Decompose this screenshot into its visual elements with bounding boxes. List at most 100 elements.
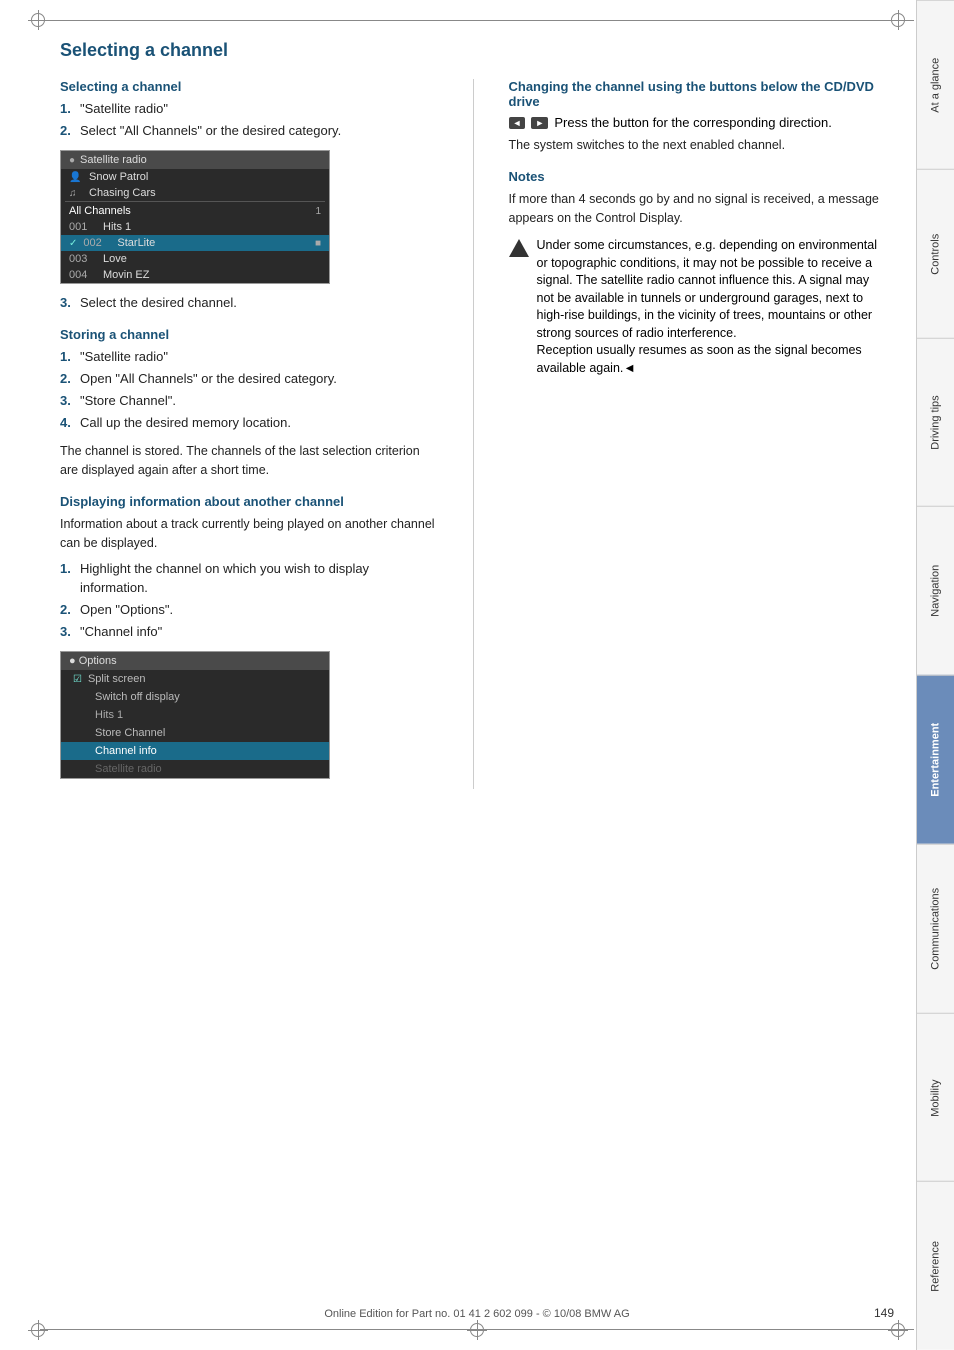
storing-title: Storing a channel (60, 327, 438, 342)
sidebar: At a glance Controls Driving tips Naviga… (916, 0, 954, 1350)
displaying-step-3: 3. "Channel info" (60, 623, 438, 641)
page-title: Selecting a channel (60, 40, 886, 61)
selecting-title: Selecting a channel (60, 79, 438, 94)
displaying-step-3-text: "Channel info" (80, 623, 162, 641)
row-001-name: Hits 1 (103, 221, 321, 233)
storing-step-4-text: Call up the desired memory location. (80, 414, 291, 432)
storing-step-2: 2. Open "All Channels" or the desired ca… (60, 370, 438, 388)
note-box: Under some circumstances, e.g. depending… (509, 237, 887, 377)
page: Selecting a channel Selecting a channel … (0, 0, 954, 1350)
sidebar-label-navigation: Navigation (930, 565, 942, 617)
displaying-section: Displaying information about another cha… (60, 494, 438, 779)
sidebar-tab-navigation[interactable]: Navigation (917, 506, 954, 675)
main-content: Selecting a channel Selecting a channel … (0, 0, 916, 1350)
chasing-cars-label: Chasing Cars (89, 187, 321, 199)
screen2-hits1: Hits 1 (61, 706, 329, 724)
note-icon: ♫ (69, 188, 83, 199)
starlite-indicator: ■ (315, 238, 321, 249)
displaying-step-3-num: 3. (60, 623, 74, 641)
changing-section: Changing the channel using the buttons b… (509, 79, 887, 155)
sidebar-label-entertainment: Entertainment (930, 723, 942, 797)
storing-step-2-text: Open "All Channels" or the desired categ… (80, 370, 337, 388)
storing-section: Storing a channel 1. "Satellite radio" 2… (60, 327, 438, 480)
notes-section: Notes If more than 4 seconds go by and n… (509, 169, 887, 378)
screen2-satellite-radio: Satellite radio (61, 760, 329, 778)
step-3: 3. Select the desired channel. (60, 294, 438, 312)
sidebar-tab-driving-tips[interactable]: Driving tips (917, 338, 954, 507)
footer: Online Edition for Part no. 01 41 2 602 … (0, 1308, 954, 1320)
step-2-text: Select "All Channels" or the desired cat… (80, 122, 341, 140)
store-channel-label: Store Channel (95, 727, 165, 739)
left-arrow-icon: ◄ (509, 117, 526, 129)
storing-step-2-num: 2. (60, 370, 74, 388)
screen2-channel-info: Channel info (61, 742, 329, 760)
sidebar-tab-at-a-glance[interactable]: At a glance (917, 0, 954, 169)
screen2-switch-off: Switch off display (61, 688, 329, 706)
screen2-header: ● Options (61, 652, 329, 670)
displaying-title: Displaying information about another cha… (60, 494, 438, 509)
check-icon: ✓ (69, 238, 77, 249)
displaying-step-2: 2. Open "Options". (60, 601, 438, 619)
displaying-intro: Information about a track currently bein… (60, 515, 438, 553)
displaying-steps: 1. Highlight the channel on which you wi… (60, 560, 438, 641)
sidebar-label-reference: Reference (930, 1241, 942, 1292)
snow-patrol-label: Snow Patrol (89, 171, 321, 183)
all-channels-label: All Channels (69, 205, 309, 217)
screen2-split-screen: ☑ Split screen (61, 670, 329, 688)
sidebar-tab-entertainment[interactable]: Entertainment (917, 675, 954, 844)
screen1-title: Satellite radio (80, 154, 147, 166)
sidebar-tab-controls[interactable]: Controls (917, 169, 954, 338)
left-column: Selecting a channel 1. "Satellite radio"… (60, 79, 438, 789)
selecting-steps: 1. "Satellite radio" 2. Select "All Chan… (60, 100, 438, 140)
storing-steps: 1. "Satellite radio" 2. Open "All Channe… (60, 348, 438, 433)
storing-step-3-num: 3. (60, 392, 74, 410)
checkbox-icon: ☑ (73, 674, 82, 685)
screen2: ● Options ☑ Split screen Switch off disp… (60, 651, 330, 779)
displaying-step-2-text: Open "Options". (80, 601, 173, 619)
selecting-step3: 3. Select the desired channel. (60, 294, 438, 312)
right-arrow-icon: ► (531, 117, 548, 129)
split-screen-label: Split screen (88, 673, 145, 685)
sidebar-label-at-a-glance: At a glance (930, 57, 942, 112)
displaying-step-1-text: Highlight the channel on which you wish … (80, 560, 438, 596)
arrow-description: Press the button for the corresponding d… (554, 115, 832, 130)
sidebar-label-mobility: Mobility (930, 1079, 942, 1116)
sidebar-tab-reference[interactable]: Reference (917, 1181, 954, 1350)
sidebar-label-driving-tips: Driving tips (930, 395, 942, 449)
row-002-name: StarLite (117, 237, 309, 249)
all-channels-indicator: 1 (315, 206, 321, 217)
step-1-text: "Satellite radio" (80, 100, 168, 118)
changing-title: Changing the channel using the buttons b… (509, 79, 887, 109)
satellite-radio-label: Satellite radio (95, 763, 162, 775)
selecting-section: Selecting a channel 1. "Satellite radio"… (60, 79, 438, 313)
arrow-icons-row: ◄ ► Press the button for the correspondi… (509, 115, 887, 130)
displaying-step-1-num: 1. (60, 560, 74, 596)
right-column: Changing the channel using the buttons b… (509, 79, 887, 789)
row-002-num: 002 (83, 237, 111, 249)
column-divider (473, 79, 474, 789)
storing-step-3: 3. "Store Channel". (60, 392, 438, 410)
screen1-row-003: 003 Love (61, 251, 329, 267)
step-3-num: 3. (60, 294, 74, 312)
step-2-num: 2. (60, 122, 74, 140)
screen1-row-001: 001 Hits 1 (61, 219, 329, 235)
storing-step-3-text: "Store Channel". (80, 392, 176, 410)
note-box-icon (509, 239, 529, 377)
screen1-row-chasing-cars: ♫ Chasing Cars (61, 185, 329, 201)
displaying-step-1: 1. Highlight the channel on which you wi… (60, 560, 438, 596)
satellite-icon: ● (69, 155, 75, 166)
step-1-num: 1. (60, 100, 74, 118)
storing-step-1-text: "Satellite radio" (80, 348, 168, 366)
channel-info-label: Channel info (95, 745, 157, 757)
storing-step-1-num: 1. (60, 348, 74, 366)
row-004-name: Movin EZ (103, 269, 321, 281)
notes-text1: If more than 4 seconds go by and no sign… (509, 190, 887, 228)
screen1-row-002: ✓ 002 StarLite ■ (61, 235, 329, 251)
notes-text2: Under some circumstances, e.g. depending… (537, 237, 887, 377)
sidebar-tab-communications[interactable]: Communications (917, 844, 954, 1013)
triangle-icon (509, 239, 529, 257)
row-003-name: Love (103, 253, 321, 265)
sidebar-tab-mobility[interactable]: Mobility (917, 1013, 954, 1182)
screen1-row-004: 004 Movin EZ (61, 267, 329, 283)
sidebar-label-controls: Controls (930, 233, 942, 274)
